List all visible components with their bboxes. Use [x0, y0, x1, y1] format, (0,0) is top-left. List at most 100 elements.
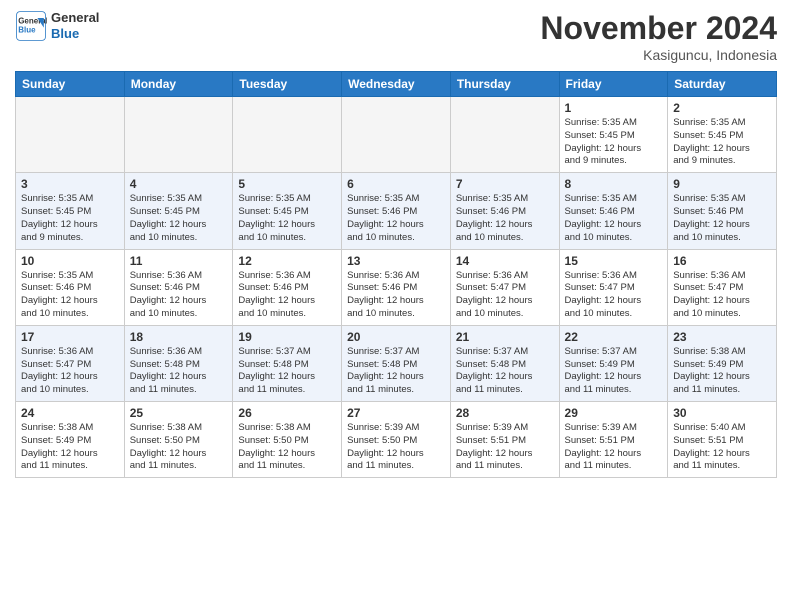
- day-info: Sunrise: 5:36 AM Sunset: 5:46 PM Dayligh…: [347, 270, 445, 321]
- day-info: Sunrise: 5:37 AM Sunset: 5:48 PM Dayligh…: [347, 346, 445, 397]
- day-number: 23: [673, 330, 771, 344]
- calendar-cell: 15 Sunrise: 5:36 AM Sunset: 5:47 PM Dayli…: [559, 249, 668, 325]
- day-info: Sunrise: 5:35 AM Sunset: 5:46 PM Dayligh…: [456, 193, 554, 244]
- day-number: 28: [456, 406, 554, 420]
- day-info: Sunrise: 5:35 AM Sunset: 5:45 PM Dayligh…: [238, 193, 336, 244]
- day-info: Sunrise: 5:36 AM Sunset: 5:47 PM Dayligh…: [21, 346, 119, 397]
- day-info: Sunrise: 5:39 AM Sunset: 5:50 PM Dayligh…: [347, 422, 445, 473]
- day-info: Sunrise: 5:35 AM Sunset: 5:46 PM Dayligh…: [673, 193, 771, 244]
- calendar-cell: 25Sunrise: 5:38 AM Sunset: 5:50 PM Dayli…: [124, 402, 233, 478]
- calendar-cell: 8 Sunrise: 5:35 AM Sunset: 5:46 PM Daylig…: [559, 173, 668, 249]
- day-info: Sunrise: 5:36 AM Sunset: 5:46 PM Dayligh…: [130, 270, 228, 321]
- logo-line1: General: [51, 10, 99, 26]
- calendar-cell: 12 Sunrise: 5:36 AM Sunset: 5:46 PM Dayli…: [233, 249, 342, 325]
- calendar-header-saturday: Saturday: [668, 72, 777, 97]
- calendar-cell: 30 Sunrise: 5:40 AM Sunset: 5:51 PM Dayli…: [668, 402, 777, 478]
- day-info: Sunrise: 5:36 AM Sunset: 5:46 PM Dayligh…: [238, 270, 336, 321]
- day-info: Sunrise: 5:36 AM Sunset: 5:48 PM Dayligh…: [130, 346, 228, 397]
- day-info: Sunrise: 5:36 AM Sunset: 5:47 PM Dayligh…: [673, 270, 771, 321]
- calendar-week-4: 17 Sunrise: 5:36 AM Sunset: 5:47 PM Dayli…: [16, 325, 777, 401]
- title-block: November 2024 Kasiguncu, Indonesia: [540, 10, 777, 63]
- day-number: 8: [565, 177, 663, 191]
- day-info: Sunrise: 5:35 AM Sunset: 5:45 PM Dayligh…: [673, 117, 771, 168]
- logo-line2: Blue: [51, 26, 99, 42]
- calendar-cell: 10 Sunrise: 5:35 AM Sunset: 5:46 PM Dayli…: [16, 249, 125, 325]
- day-number: 20: [347, 330, 445, 344]
- calendar-cell: [450, 97, 559, 173]
- logo: General Blue General Blue: [15, 10, 99, 42]
- day-info: Sunrise: 5:39 AM Sunset: 5:51 PM Dayligh…: [456, 422, 554, 473]
- day-number: 3: [21, 177, 119, 191]
- calendar-cell: 23 Sunrise: 5:38 AM Sunset: 5:49 PM Dayli…: [668, 325, 777, 401]
- day-number: 9: [673, 177, 771, 191]
- calendar-cell: 5 Sunrise: 5:35 AM Sunset: 5:45 PM Daylig…: [233, 173, 342, 249]
- day-info: Sunrise: 5:35 AM Sunset: 5:46 PM Dayligh…: [565, 193, 663, 244]
- calendar-header-wednesday: Wednesday: [342, 72, 451, 97]
- day-number: 21: [456, 330, 554, 344]
- day-number: 24: [21, 406, 119, 420]
- day-number: 17: [21, 330, 119, 344]
- day-number: 1: [565, 101, 663, 115]
- calendar-cell: 21 Sunrise: 5:37 AM Sunset: 5:48 PM Dayli…: [450, 325, 559, 401]
- calendar-cell: [124, 97, 233, 173]
- calendar-header-friday: Friday: [559, 72, 668, 97]
- day-number: 27: [347, 406, 445, 420]
- calendar-cell: 16 Sunrise: 5:36 AM Sunset: 5:47 PM Dayli…: [668, 249, 777, 325]
- header: General Blue General Blue November 2024 …: [15, 10, 777, 63]
- day-info: Sunrise: 5:37 AM Sunset: 5:48 PM Dayligh…: [456, 346, 554, 397]
- day-info: Sunrise: 5:38 AM Sunset: 5:49 PM Dayligh…: [673, 346, 771, 397]
- day-number: 29: [565, 406, 663, 420]
- calendar-cell: 7 Sunrise: 5:35 AM Sunset: 5:46 PM Daylig…: [450, 173, 559, 249]
- calendar-cell: 20 Sunrise: 5:37 AM Sunset: 5:48 PM Dayli…: [342, 325, 451, 401]
- calendar-cell: 18Sunrise: 5:36 AM Sunset: 5:48 PM Dayli…: [124, 325, 233, 401]
- day-info: Sunrise: 5:35 AM Sunset: 5:45 PM Dayligh…: [565, 117, 663, 168]
- calendar-cell: 26Sunrise: 5:38 AM Sunset: 5:50 PM Dayli…: [233, 402, 342, 478]
- day-info: Sunrise: 5:39 AM Sunset: 5:51 PM Dayligh…: [565, 422, 663, 473]
- day-info: Sunrise: 5:36 AM Sunset: 5:47 PM Dayligh…: [456, 270, 554, 321]
- day-number: 13: [347, 254, 445, 268]
- calendar-cell: 22 Sunrise: 5:37 AM Sunset: 5:49 PM Dayli…: [559, 325, 668, 401]
- day-number: 7: [456, 177, 554, 191]
- calendar-week-3: 10 Sunrise: 5:35 AM Sunset: 5:46 PM Dayli…: [16, 249, 777, 325]
- day-number: 19: [238, 330, 336, 344]
- calendar-cell: 6 Sunrise: 5:35 AM Sunset: 5:46 PM Daylig…: [342, 173, 451, 249]
- day-info: Sunrise: 5:40 AM Sunset: 5:51 PM Dayligh…: [673, 422, 771, 473]
- day-number: 22: [565, 330, 663, 344]
- calendar-cell: 2 Sunrise: 5:35 AM Sunset: 5:45 PM Daylig…: [668, 97, 777, 173]
- page: General Blue General Blue November 2024 …: [0, 0, 792, 488]
- day-number: 16: [673, 254, 771, 268]
- calendar-cell: [16, 97, 125, 173]
- day-info: Sunrise: 5:38 AM Sunset: 5:50 PM Dayligh…: [238, 422, 336, 473]
- day-number: 12: [238, 254, 336, 268]
- day-info: Sunrise: 5:38 AM Sunset: 5:50 PM Dayligh…: [130, 422, 228, 473]
- day-number: 2: [673, 101, 771, 115]
- calendar-week-1: 1 Sunrise: 5:35 AM Sunset: 5:45 PM Daylig…: [16, 97, 777, 173]
- calendar-cell: 3 Sunrise: 5:35 AM Sunset: 5:45 PM Daylig…: [16, 173, 125, 249]
- calendar-week-5: 24Sunrise: 5:38 AM Sunset: 5:49 PM Dayli…: [16, 402, 777, 478]
- day-number: 6: [347, 177, 445, 191]
- svg-text:Blue: Blue: [18, 25, 36, 34]
- day-number: 15: [565, 254, 663, 268]
- day-info: Sunrise: 5:37 AM Sunset: 5:48 PM Dayligh…: [238, 346, 336, 397]
- calendar-header-monday: Monday: [124, 72, 233, 97]
- day-info: Sunrise: 5:35 AM Sunset: 5:46 PM Dayligh…: [347, 193, 445, 244]
- day-number: 5: [238, 177, 336, 191]
- calendar-cell: 9 Sunrise: 5:35 AM Sunset: 5:46 PM Daylig…: [668, 173, 777, 249]
- day-info: Sunrise: 5:35 AM Sunset: 5:46 PM Dayligh…: [21, 270, 119, 321]
- calendar-cell: 29 Sunrise: 5:39 AM Sunset: 5:51 PM Dayli…: [559, 402, 668, 478]
- day-info: Sunrise: 5:35 AM Sunset: 5:45 PM Dayligh…: [21, 193, 119, 244]
- calendar-header-tuesday: Tuesday: [233, 72, 342, 97]
- calendar-header-row: SundayMondayTuesdayWednesdayThursdayFrid…: [16, 72, 777, 97]
- calendar-cell: 11Sunrise: 5:36 AM Sunset: 5:46 PM Dayli…: [124, 249, 233, 325]
- calendar-cell: 19 Sunrise: 5:37 AM Sunset: 5:48 PM Dayli…: [233, 325, 342, 401]
- day-number: 30: [673, 406, 771, 420]
- day-info: Sunrise: 5:37 AM Sunset: 5:49 PM Dayligh…: [565, 346, 663, 397]
- calendar-cell: 27 Sunrise: 5:39 AM Sunset: 5:50 PM Dayli…: [342, 402, 451, 478]
- calendar-header-sunday: Sunday: [16, 72, 125, 97]
- day-number: 10: [21, 254, 119, 268]
- calendar-cell: 4Sunrise: 5:35 AM Sunset: 5:45 PM Daylig…: [124, 173, 233, 249]
- calendar-cell: 28 Sunrise: 5:39 AM Sunset: 5:51 PM Dayli…: [450, 402, 559, 478]
- day-info: Sunrise: 5:35 AM Sunset: 5:45 PM Dayligh…: [130, 193, 228, 244]
- day-info: Sunrise: 5:36 AM Sunset: 5:47 PM Dayligh…: [565, 270, 663, 321]
- calendar-cell: 14Sunrise: 5:36 AM Sunset: 5:47 PM Dayli…: [450, 249, 559, 325]
